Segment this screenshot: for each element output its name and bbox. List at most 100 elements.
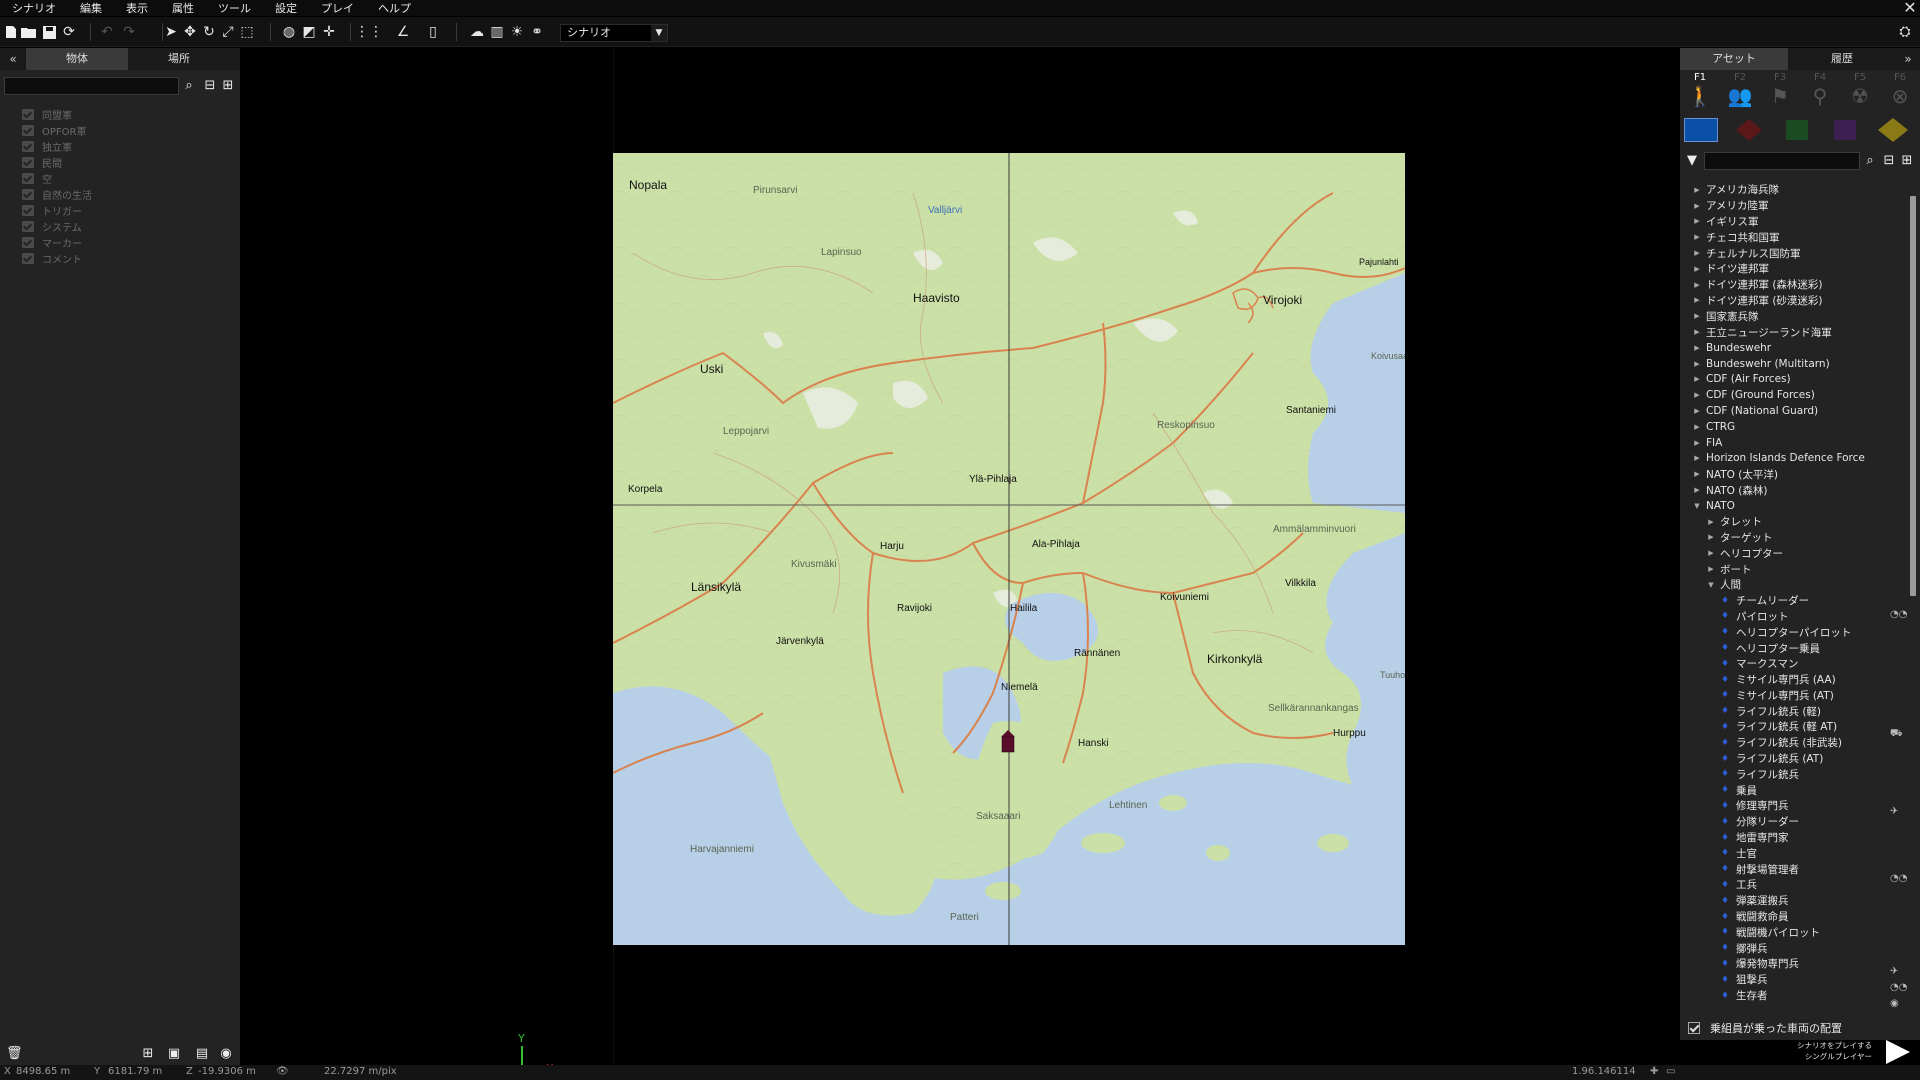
menu-edit[interactable]: 編集 xyxy=(68,0,114,16)
menu-help[interactable]: ヘルプ xyxy=(366,0,423,16)
layer-row[interactable]: 空 xyxy=(22,170,92,186)
asset-tree-row[interactable]: ▶ NATO (太平洋) xyxy=(1692,466,1902,482)
crew-option[interactable]: 乗組員が乗った車両の配置 xyxy=(1688,1020,1842,1036)
asset-tree-row[interactable]: ▶ CTRG xyxy=(1692,419,1902,435)
checkbox-icon[interactable] xyxy=(22,204,34,216)
side-empty-icon[interactable] xyxy=(1876,118,1910,142)
reload-icon[interactable]: ⟳ xyxy=(60,23,78,41)
asset-tree-row[interactable]: ♦ ライフル銃兵 (AT) xyxy=(1692,751,1902,767)
chevron-right-icon[interactable]: ▶ xyxy=(1692,186,1702,194)
expand-all-icon[interactable]: ⊞ xyxy=(220,78,236,94)
tab-assets[interactable]: アセット xyxy=(1680,48,1788,70)
asset-tree-row[interactable]: ▶ チェコ共和国軍 xyxy=(1692,229,1902,245)
category-units[interactable]: F1 🚶 xyxy=(1680,72,1720,108)
chevron-right-icon[interactable]: ▶ xyxy=(1706,565,1716,573)
asset-tree-row[interactable]: ▶ タレット xyxy=(1692,514,1902,530)
chevron-right-icon[interactable]: ▶ xyxy=(1692,344,1702,352)
checkbox-icon[interactable] xyxy=(22,156,34,168)
window-toggle-icon[interactable]: ▭ xyxy=(1666,1066,1675,1077)
asset-tree-row[interactable]: ▶ アメリカ海兵隊 xyxy=(1692,182,1902,198)
menu-scenario[interactable]: シナリオ xyxy=(0,0,68,16)
layer-row[interactable]: OPFOR軍 xyxy=(22,122,92,138)
scrollbar-thumb[interactable] xyxy=(1910,196,1916,596)
redo-icon[interactable]: ↷ xyxy=(120,23,138,41)
menu-view[interactable]: 表示 xyxy=(114,0,160,16)
asset-tree-row[interactable]: ▶ ドイツ連邦軍 xyxy=(1692,261,1902,277)
undo-icon[interactable]: ↶ xyxy=(98,23,116,41)
layer-row[interactable]: マーカー xyxy=(22,234,92,250)
tab-entities[interactable]: 物体 xyxy=(26,48,128,70)
scale-snap-icon[interactable]: ▯ xyxy=(424,23,442,41)
asset-tree-row[interactable]: ♦ 擲弾兵 xyxy=(1692,940,1902,956)
chevron-right-icon[interactable]: ▶ xyxy=(1692,423,1702,431)
new-layer-icon[interactable]: ⊞ xyxy=(140,1046,156,1062)
asset-tree-row[interactable]: ♦ 生存者 xyxy=(1692,988,1902,1004)
map-textures-icon[interactable]: ▥ xyxy=(488,23,506,41)
close-icon[interactable]: ✕ xyxy=(1902,0,1918,16)
asset-tree-row[interactable]: ♦ 弾薬運搬兵 xyxy=(1692,893,1902,909)
collapse-all-icon[interactable]: ⊟ xyxy=(1881,153,1897,169)
chevron-right-icon[interactable]: ▶ xyxy=(1692,328,1702,336)
expand-all-icon[interactable]: ⊞ xyxy=(1899,153,1915,169)
asset-tree-row[interactable]: ♦ ミサイル専門兵 (AT) xyxy=(1692,688,1902,704)
asset-scrollbar[interactable] xyxy=(1910,182,1916,1002)
asset-tree-row[interactable]: ♦ 射撃場管理者 xyxy=(1692,861,1902,877)
asset-tree-row[interactable]: ♦ 狙撃兵 xyxy=(1692,972,1902,988)
menu-settings[interactable]: 設定 xyxy=(263,0,309,16)
asset-tree-row[interactable]: ♦ 修理専門兵 xyxy=(1692,798,1902,814)
vertical-mode-icon[interactable]: ✛ xyxy=(320,23,338,41)
asset-tree-row[interactable]: ▶ FIA xyxy=(1692,435,1902,451)
chevron-down-icon[interactable]: ▼ xyxy=(1692,502,1702,510)
chevron-right-icon[interactable]: ▶ xyxy=(1692,202,1702,210)
side-blufor-icon[interactable] xyxy=(1684,118,1718,142)
asset-tree-row[interactable]: ▶ CDF (Air Forces) xyxy=(1692,372,1902,388)
side-civilian-icon[interactable] xyxy=(1828,118,1862,142)
asset-search-input[interactable] xyxy=(1704,152,1860,170)
asset-tree-row[interactable]: ♦ 戦闘救命員 xyxy=(1692,909,1902,925)
category-markers[interactable]: F5 ☢ xyxy=(1840,72,1880,108)
chevron-right-icon[interactable]: ▶ xyxy=(1706,518,1716,526)
chevron-right-icon[interactable]: ▶ xyxy=(1706,533,1716,541)
map-viewport[interactable]: Nopala Pirunsarvi Valljärvi Lapinsuo Haa… xyxy=(240,48,1680,1075)
snap-surface-icon[interactable]: ◩ xyxy=(300,23,318,41)
lighting-icon[interactable]: ☀ xyxy=(508,23,526,41)
asset-tree-row[interactable]: ♦ 爆発物専門兵 xyxy=(1692,956,1902,972)
save-icon[interactable] xyxy=(40,23,58,41)
asset-tree-row[interactable]: ▶ Bundeswehr (Multitarn) xyxy=(1692,356,1902,372)
open-folder-icon[interactable] xyxy=(20,23,38,41)
asset-tree-row[interactable]: ▶ チェルナルス国防軍 xyxy=(1692,245,1902,261)
chevron-right-icon[interactable]: ▶ xyxy=(1692,407,1702,415)
layer-row[interactable]: 同盟軍 xyxy=(22,106,92,122)
chevron-right-icon[interactable]: ▶ xyxy=(1692,233,1702,241)
chevron-down-icon[interactable]: ▼ xyxy=(1706,581,1716,589)
side-independent-icon[interactable] xyxy=(1780,118,1814,142)
chevron-right-icon[interactable]: ▶ xyxy=(1692,360,1702,368)
scale-icon[interactable]: ⤢ xyxy=(219,23,237,41)
asset-tree-row[interactable]: ▶ CDF (Ground Forces) xyxy=(1692,387,1902,403)
asset-tree-row[interactable]: ♦ 分隊リーダー xyxy=(1692,814,1902,830)
weather-icon[interactable]: ☁ xyxy=(468,23,486,41)
asset-tree-row[interactable]: ▶ イギリス軍 xyxy=(1692,214,1902,230)
globe-icon[interactable]: ◍ xyxy=(280,23,298,41)
collapse-left-icon[interactable]: « xyxy=(0,48,26,70)
trash-icon[interactable]: 🗑 xyxy=(6,1046,23,1062)
select-cursor-icon[interactable]: ➤ xyxy=(162,23,180,41)
chevron-down-icon[interactable]: ▼ xyxy=(1684,153,1700,169)
layer-row[interactable]: システム xyxy=(22,218,92,234)
asset-tree-row[interactable]: ▶ アメリカ陸軍 xyxy=(1692,198,1902,214)
asset-tree-row[interactable]: ▼ NATO xyxy=(1692,498,1902,514)
chevron-right-icon[interactable]: ▶ xyxy=(1692,375,1702,383)
asset-tree-row[interactable]: ♦ ライフル銃兵 (軽 AT) xyxy=(1692,719,1902,735)
asset-tree-row[interactable]: ♦ 士官 xyxy=(1692,845,1902,861)
asset-tree-row[interactable]: ♦ 戦闘機パイロット xyxy=(1692,924,1902,940)
layer-row[interactable]: 独立軍 xyxy=(22,138,92,154)
asset-tree-row[interactable]: ▶ NATO (森林) xyxy=(1692,482,1902,498)
chevron-right-icon[interactable]: ▶ xyxy=(1692,296,1702,304)
asset-tree-row[interactable]: ▶ ターゲット xyxy=(1692,530,1902,546)
asset-tree-row[interactable]: ▶ 国家憲兵隊 xyxy=(1692,308,1902,324)
add-to-layer-icon[interactable]: ▣ xyxy=(166,1046,182,1062)
asset-tree-row[interactable]: ▶ ヘリコプター xyxy=(1692,545,1902,561)
asset-tree-row[interactable]: ♦ マークスマン xyxy=(1692,656,1902,672)
category-triggers[interactable]: F6 ⊗ xyxy=(1880,72,1920,108)
grid-toggle-icon[interactable]: ✚ xyxy=(1650,1066,1658,1077)
